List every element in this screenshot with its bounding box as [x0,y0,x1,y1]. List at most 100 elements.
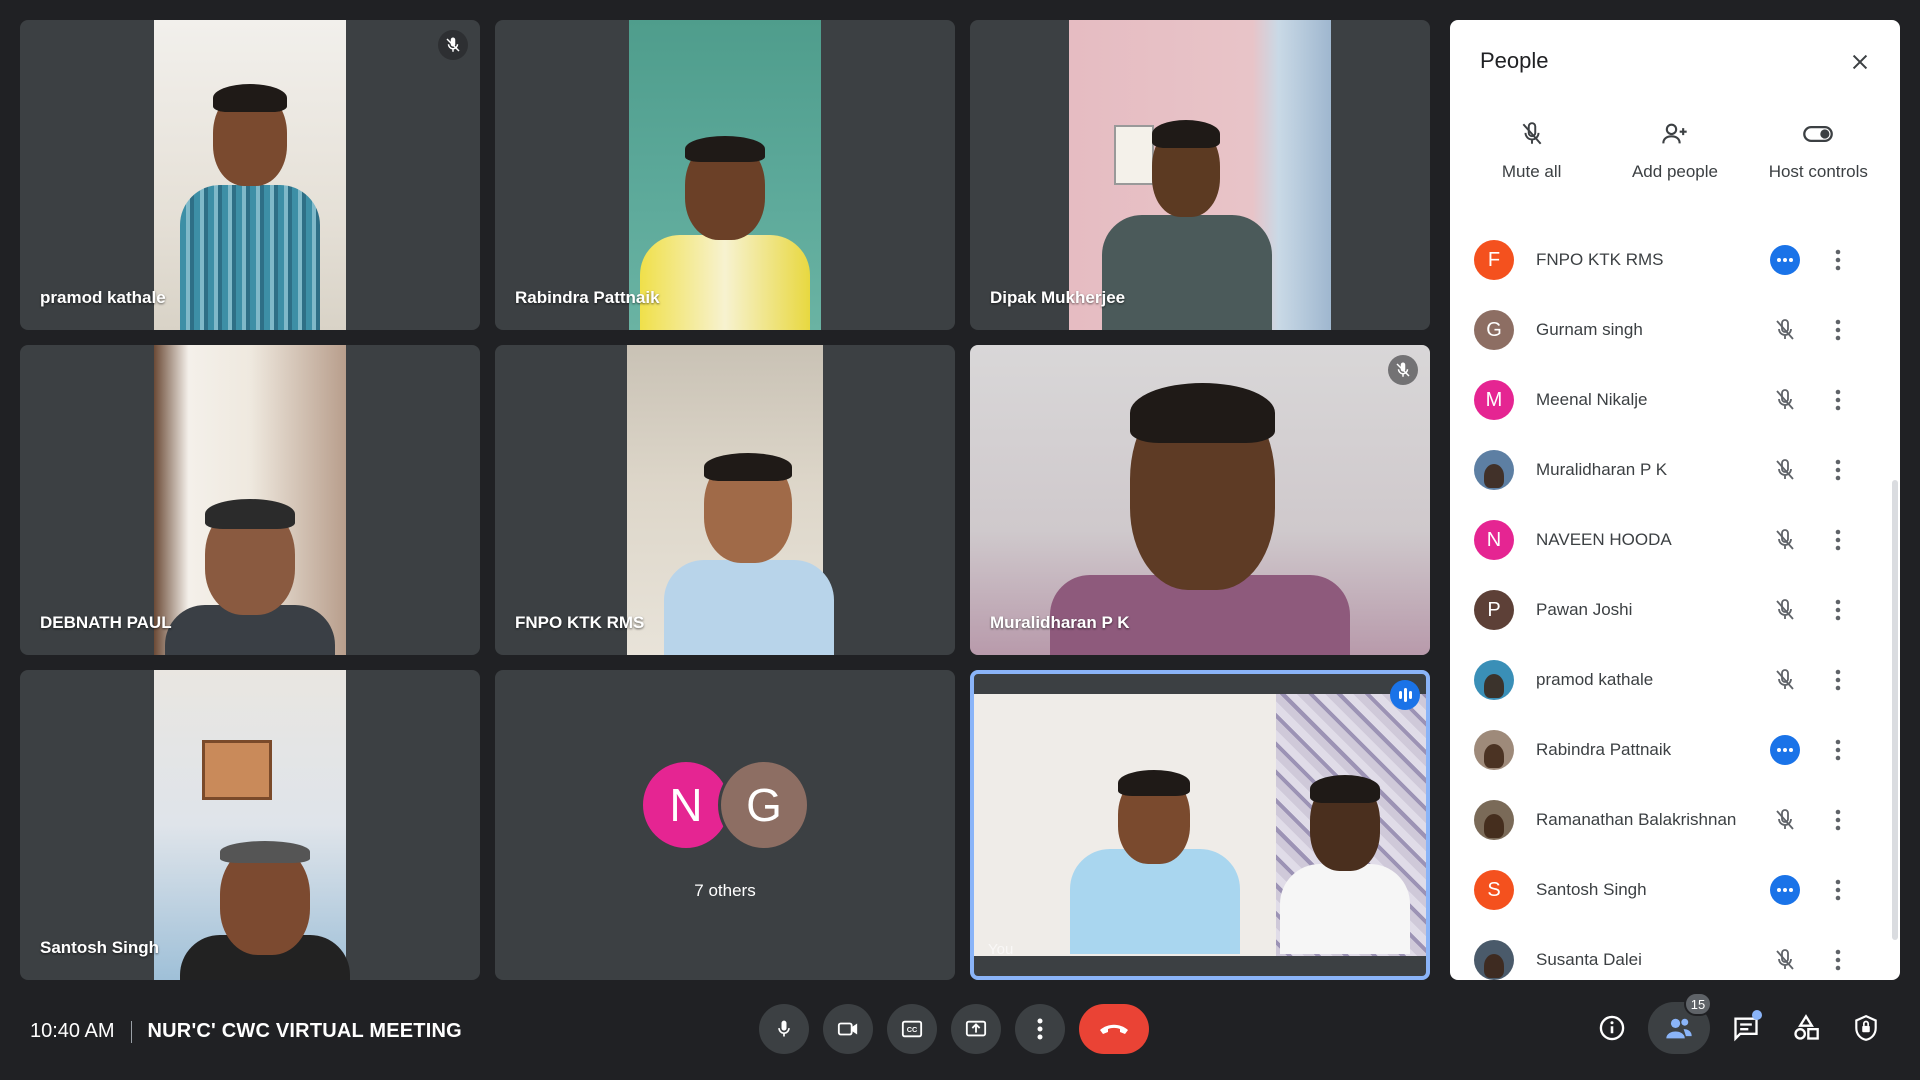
divider [130,1020,132,1043]
participant-row[interactable]: Rabindra Pattnaik [1450,715,1900,785]
more-vert-icon [1835,879,1841,901]
video-tile-muralidharan-pk[interactable]: Muralidharan P K [970,345,1430,655]
more-vert-icon [1835,809,1841,831]
participant-options-badge[interactable] [1770,245,1800,275]
participant-row[interactable]: pramod kathale [1450,645,1900,715]
participant-list: F FNPO KTK RMS G Gurnam singh M Meenal Nikalj… [1450,225,1900,980]
participant-options-badge[interactable] [1770,875,1800,905]
others-tile[interactable]: N G 7 others [495,670,955,980]
mic-off-icon [1776,389,1794,410]
panel-scrollbar[interactable] [1892,480,1898,940]
participant-row[interactable]: Susanta Dalei [1450,925,1900,980]
participant-count-badge: 15 [1684,992,1712,1016]
participant-more-button[interactable] [1826,875,1850,905]
participant-name: Rabindra Pattnaik [515,288,660,307]
activities-button[interactable] [1782,1002,1830,1054]
participant-more-button[interactable] [1826,385,1850,415]
participant-more-button[interactable] [1826,665,1850,695]
participant-options-badge[interactable] [1770,735,1800,765]
participant-row[interactable]: N NAVEEN HOODA [1450,505,1900,575]
close-panel-button[interactable] [1840,42,1880,82]
participant-video [1069,20,1331,330]
muted-status-indicator [1770,665,1800,695]
video-tile-debnath-paul[interactable]: DEBNATH PAUL [20,345,480,655]
camera-button[interactable] [823,1004,873,1054]
avatar [1474,730,1514,770]
participant-name: Meenal Nikalje [1536,390,1648,409]
participant-name: Santosh Singh [40,938,159,957]
muted-indicator-icon [1388,355,1418,385]
participant-row[interactable]: Muralidharan P K [1450,435,1900,505]
video-tile-fnpo-ktk-rms[interactable]: FNPO KTK RMS [495,345,955,655]
muted-status-indicator [1770,945,1800,975]
video-tile-pramod-kathale[interactable]: pramod kathale [20,20,480,330]
self-video-tile[interactable]: You [970,670,1430,980]
speaking-indicator-icon [1390,680,1420,710]
mic-off-icon [1776,669,1794,690]
participant-more-button[interactable] [1826,315,1850,345]
people-button[interactable]: 15 [1648,992,1712,1054]
participant-more-button[interactable] [1826,245,1850,275]
more-vert-icon [1835,249,1841,271]
participant-name: Rabindra Pattnaik [1536,740,1672,759]
participant-row[interactable]: S Santosh Singh [1450,855,1900,925]
video-grid: pramod kathale Rabindra Pattnaik Dipak M… [20,20,1430,980]
panel-controls: 15 [1588,992,1890,1054]
participant-name: DEBNATH PAUL [40,613,172,632]
participant-name: Muralidharan P K [990,613,1130,632]
present-screen-icon [965,1020,987,1037]
present-screen-button[interactable] [951,1004,1001,1054]
participant-more-button[interactable] [1826,945,1850,975]
participant-name: FNPO KTK RMS [1536,250,1664,269]
avatar: M [1474,380,1514,420]
participant-more-button[interactable] [1826,805,1850,835]
participant-more-button[interactable] [1826,455,1850,485]
shield-lock-icon [1855,1014,1877,1041]
shapes-icon [1794,1014,1819,1040]
host-controls-button[interactable]: Host controls [1748,120,1888,182]
participant-name: Susanta Dalei [1536,950,1642,969]
more-options-button[interactable] [1015,1004,1065,1054]
mute-all-button[interactable]: Mute all [1462,120,1602,182]
participant-more-button[interactable] [1826,525,1850,555]
meeting-details-button[interactable] [1588,1002,1636,1054]
call-end-icon [1100,1024,1128,1034]
meeting-title: NUR'C' CWC VIRTUAL MEETING [147,1020,462,1042]
video-tile-dipak-mukherjee[interactable]: Dipak Mukherjee [970,20,1430,330]
toggle-icon [1803,126,1834,142]
people-panel: People Mute all Add people Host controls… [1450,20,1900,980]
avatar: G [1474,310,1514,350]
video-camera-icon [837,1022,858,1036]
more-vert-icon [1835,319,1841,341]
panel-actions: Mute all Add people Host controls [1450,120,1900,182]
avatar: S [1474,870,1514,910]
avatar: F [1474,240,1514,280]
video-tile-santosh-singh[interactable]: Santosh Singh [20,670,480,980]
muted-status-indicator [1770,525,1800,555]
participant-row[interactable]: P Pawan Joshi [1450,575,1900,645]
participant-name: Gurnam singh [1536,320,1643,339]
avatar: N [1474,520,1514,560]
participant-row[interactable]: G Gurnam singh [1450,295,1900,365]
call-controls: CC [759,1004,1149,1054]
video-tile-rabindra-pattnaik[interactable]: Rabindra Pattnaik [495,20,955,330]
host-controls-shield-button[interactable] [1842,1002,1890,1054]
mic-off-icon [1776,529,1794,550]
self-camera-feed [974,694,1426,956]
participant-row[interactable]: M Meenal Nikalje [1450,365,1900,435]
chat-button[interactable] [1722,1002,1770,1054]
more-horiz-icon [1777,888,1793,892]
mic-off-icon [1522,122,1542,145]
add-people-button[interactable]: Add people [1605,120,1745,182]
participant-more-button[interactable] [1826,735,1850,765]
participant-video [154,345,346,655]
participant-row[interactable]: F FNPO KTK RMS [1450,225,1900,295]
participant-more-button[interactable] [1826,595,1850,625]
participant-name: pramod kathale [1536,670,1654,689]
host-controls-label: Host controls [1768,162,1868,181]
participant-row[interactable]: Ramanathan Balakrishnan [1450,785,1900,855]
microphone-button[interactable] [759,1004,809,1054]
captions-button[interactable]: CC [887,1004,937,1054]
leave-call-button[interactable] [1079,1004,1149,1054]
more-horiz-icon [1777,258,1793,262]
